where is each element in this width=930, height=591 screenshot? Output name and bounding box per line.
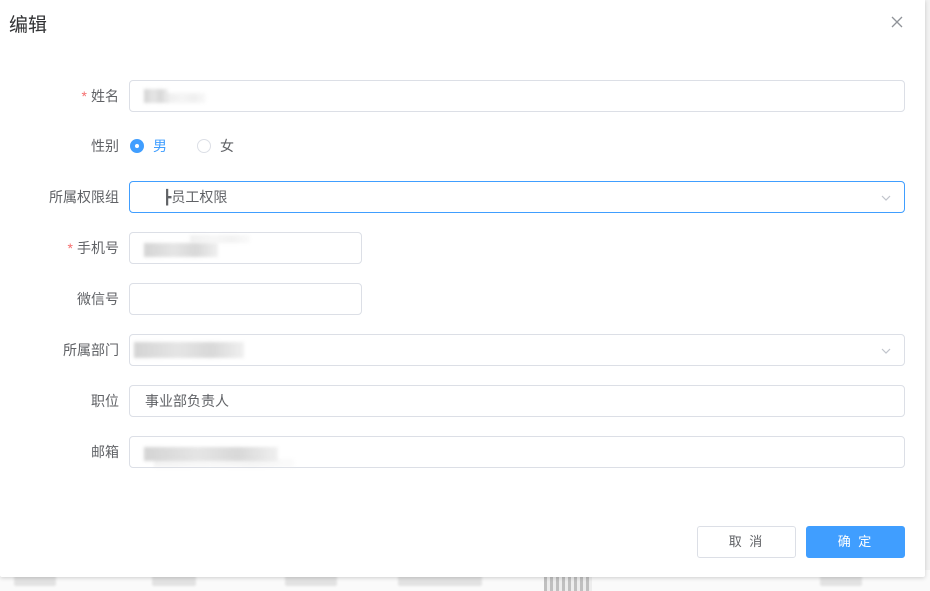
phone-input[interactable]	[129, 232, 362, 264]
edit-dialog: 编辑 * 姓名 性别 男 女 所属权限组 ┣员工权限 * 手机号 微信号 所属部…	[0, 0, 925, 577]
redacted-value	[144, 243, 218, 257]
department-row: 所属部门	[0, 334, 930, 366]
redacted-value	[144, 89, 168, 103]
position-label: 职位	[91, 393, 119, 409]
name-input[interactable]	[129, 80, 905, 112]
gender-radio-male[interactable]: 男	[130, 136, 167, 156]
redacted-value	[134, 342, 244, 358]
name-row: * 姓名	[0, 80, 930, 112]
redacted-value	[190, 235, 250, 243]
cancel-button[interactable]: 取 消	[697, 526, 796, 558]
radio-label-male: 男	[153, 138, 167, 154]
chevron-down-icon	[880, 192, 892, 204]
position-row: 职位 事业部负责人	[0, 385, 930, 417]
email-input[interactable]	[129, 436, 905, 468]
permission-group-select[interactable]: ┣员工权限	[129, 181, 905, 213]
required-mark: *	[67, 240, 73, 256]
required-mark: *	[81, 88, 87, 104]
name-label: * 姓名	[81, 88, 119, 104]
redacted-value	[166, 93, 206, 103]
department-select[interactable]	[129, 334, 905, 366]
gender-label: 性别	[91, 138, 119, 154]
wechat-row: 微信号	[0, 283, 930, 315]
position-input[interactable]: 事业部负责人	[129, 385, 905, 417]
wechat-input[interactable]	[129, 283, 362, 315]
permission-group-row: 所属权限组 ┣员工权限	[0, 181, 930, 213]
radio-checked-icon	[130, 139, 144, 153]
email-row: 邮箱	[0, 436, 930, 468]
gender-radio-female[interactable]: 女	[197, 136, 234, 156]
phone-row: * 手机号	[0, 232, 930, 264]
permission-group-label: 所属权限组	[49, 189, 119, 205]
phone-label: * 手机号	[67, 240, 119, 256]
confirm-button[interactable]: 确 定	[806, 526, 905, 558]
radio-unchecked-icon	[197, 139, 211, 153]
redacted-value	[154, 459, 294, 467]
gender-row: 性别 男 女	[0, 130, 930, 162]
position-value: 事业部负责人	[145, 393, 229, 409]
chevron-down-icon	[880, 345, 892, 357]
email-label: 邮箱	[91, 444, 119, 460]
gender-radio-group: 男 女	[130, 130, 264, 162]
close-icon[interactable]	[888, 13, 906, 31]
dialog-title: 编辑	[9, 15, 48, 36]
radio-label-female: 女	[220, 138, 234, 154]
department-label: 所属部门	[63, 342, 119, 358]
wechat-label: 微信号	[77, 291, 119, 307]
permission-group-value: ┣员工权限	[163, 189, 228, 205]
